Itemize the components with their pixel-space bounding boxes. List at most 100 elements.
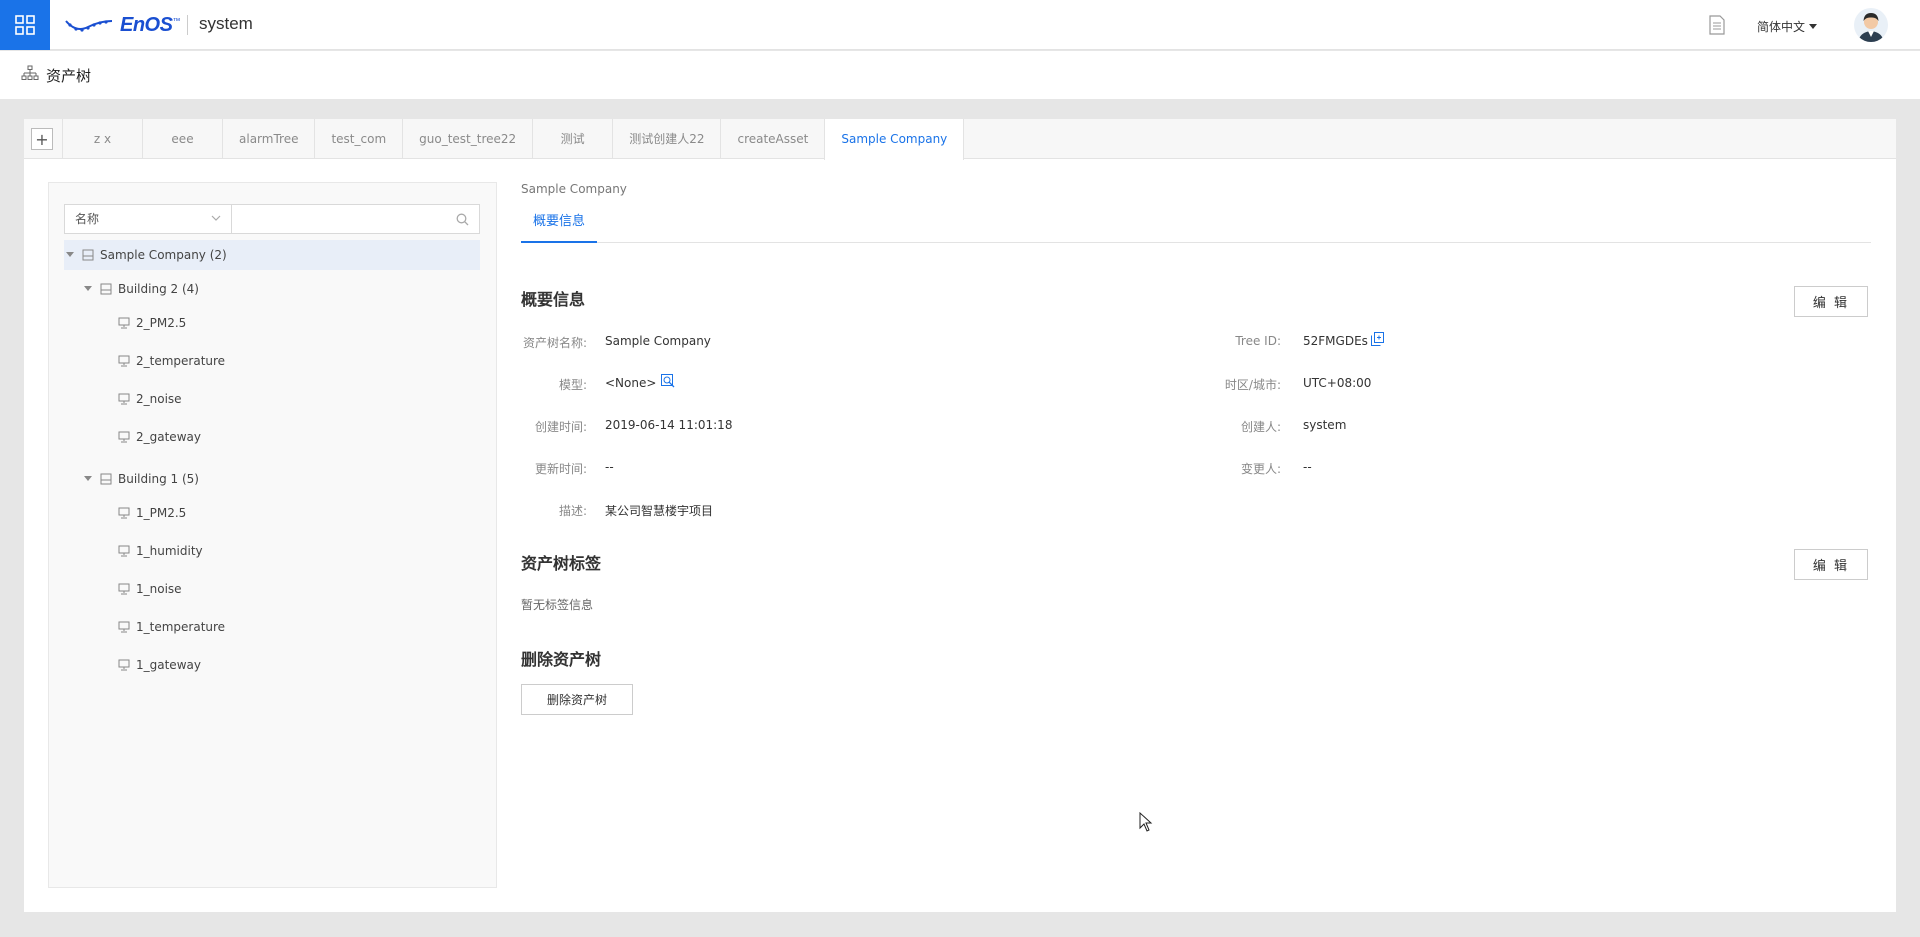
tags-edit-button[interactable]: 编 辑 xyxy=(1794,549,1868,580)
tree-node-building-2[interactable]: Building 2 (4) xyxy=(82,274,199,304)
tab-overview[interactable]: 概要信息 xyxy=(521,201,598,243)
tree-node-sample-company[interactable]: Sample Company (2) xyxy=(64,240,480,270)
tree-node-building-1[interactable]: Building 1 (5) xyxy=(82,464,199,494)
modifier-value: -- xyxy=(1303,460,1312,474)
model-search-icon[interactable] xyxy=(661,374,675,388)
tree-node-label: 1_noise xyxy=(136,582,182,596)
description-value: 某公司智慧楼宇项目 xyxy=(605,504,714,518)
model-label: 模型: xyxy=(558,378,587,392)
tree-node-label: 2_temperature xyxy=(136,354,226,368)
caret-down-icon xyxy=(1809,23,1818,29)
tree-tab-bar: + z x eee alarmTree test_com guo_test_tr… xyxy=(24,119,1896,160)
tree-node-label: 2_noise xyxy=(136,392,182,406)
chevron-down-icon xyxy=(211,215,221,221)
enos-logo-icon xyxy=(65,20,113,32)
top-header: EnOS™ system 简体中文 xyxy=(0,0,1920,50)
timezone-value: UTC+08:00 xyxy=(1303,376,1372,390)
tree-id-label: Tree ID: xyxy=(1235,334,1281,348)
tree-node-device[interactable]: 1_noise xyxy=(118,574,182,604)
delete-tree-button[interactable]: 删除资产树 xyxy=(521,684,633,715)
device-icon xyxy=(118,583,130,595)
tree-node-device[interactable]: 1_PM2.5 xyxy=(118,498,186,528)
tab-sample-company[interactable]: Sample Company xyxy=(824,119,965,160)
updated-time-value: -- xyxy=(605,460,614,474)
tree-node-label: 2_gateway xyxy=(136,430,201,444)
device-icon xyxy=(118,431,130,443)
tab-z-x[interactable]: z x xyxy=(62,119,142,159)
mouse-cursor-icon xyxy=(1139,812,1153,832)
app-name: system xyxy=(199,14,253,33)
tree-node-label: 1_temperature xyxy=(136,620,226,634)
device-icon xyxy=(118,317,130,329)
tree-node-label: Building 2 (4) xyxy=(118,282,199,296)
document-icon[interactable] xyxy=(1709,15,1725,38)
tree-node-device[interactable]: 2_PM2.5 xyxy=(118,308,186,338)
logo-text: EnOS xyxy=(120,13,173,36)
timezone-label: 时区/城市: xyxy=(1224,378,1281,392)
language-selector[interactable]: 简体中文 xyxy=(1757,18,1818,35)
creator-value: system xyxy=(1303,418,1347,432)
tree-node-device[interactable]: 2_gateway xyxy=(118,422,201,452)
creator-label: 创建人: xyxy=(1240,420,1281,434)
tree-node-label: Building 1 (5) xyxy=(118,472,199,486)
tree-node-label: 1_humidity xyxy=(136,544,203,558)
search-icon[interactable] xyxy=(456,213,469,226)
asset-tree-card: + z x eee alarmTree test_com guo_test_tr… xyxy=(24,119,1896,912)
tree-node-device[interactable]: 2_temperature xyxy=(118,346,225,376)
device-icon xyxy=(118,393,130,405)
device-icon xyxy=(118,621,130,633)
device-icon xyxy=(118,355,130,367)
delete-title: 删除资产树 xyxy=(521,650,602,669)
tree-node-device[interactable]: 1_gateway xyxy=(118,650,201,680)
overview-title: 概要信息 xyxy=(521,290,586,309)
tab-alarmtree[interactable]: alarmTree xyxy=(222,119,314,159)
logo-divider xyxy=(187,15,188,35)
search-field-select-value: 名称 xyxy=(75,212,100,226)
device-icon xyxy=(118,545,130,557)
device-icon xyxy=(118,659,130,671)
tree-node-label: 1_gateway xyxy=(136,658,201,672)
tab-ceshi-chuangjianren22[interactable]: 测试创建人22 xyxy=(612,119,720,159)
user-avatar[interactable] xyxy=(1854,8,1888,42)
tree-node-label: 1_PM2.5 xyxy=(136,506,187,520)
created-time-value: 2019-06-14 11:01:18 xyxy=(605,418,733,432)
caret-down-icon[interactable] xyxy=(82,286,94,292)
tree-node-device[interactable]: 2_noise xyxy=(118,384,182,414)
folder-icon xyxy=(82,249,94,261)
tree-node-label: 2_PM2.5 xyxy=(136,316,187,330)
page-title-bar: 资产树 xyxy=(0,51,1920,99)
updated-time-label: 更新时间: xyxy=(534,462,587,476)
tree-id-value: 52FMGDEs xyxy=(1303,334,1368,348)
caret-down-icon[interactable] xyxy=(64,252,76,258)
caret-down-icon[interactable] xyxy=(82,476,94,482)
tree-search: 名称 xyxy=(64,204,480,234)
tree-tabs: z x eee alarmTree test_com guo_test_tree… xyxy=(62,119,965,160)
add-tree-button[interactable]: + xyxy=(31,128,53,150)
tree-node-device[interactable]: 1_humidity xyxy=(118,536,203,566)
tab-guo-test-tree22[interactable]: guo_test_tree22 xyxy=(402,119,532,159)
overview-edit-button[interactable]: 编 辑 xyxy=(1794,286,1868,317)
tab-eee[interactable]: eee xyxy=(142,119,222,159)
tree-panel: 名称 Sample Company (2) Building 2 (4) 2_P… xyxy=(48,182,497,888)
app-grid-button[interactable] xyxy=(0,0,50,50)
tree-node-label: Sample Company (2) xyxy=(100,248,227,262)
tree-node-device[interactable]: 1_temperature xyxy=(118,612,225,642)
search-field-select[interactable]: 名称 xyxy=(65,205,232,233)
folder-icon xyxy=(100,473,112,485)
app-grid-icon xyxy=(15,15,35,35)
tree-name-value: Sample Company xyxy=(605,334,711,348)
tab-ceshi[interactable]: 测试 xyxy=(532,119,612,159)
enos-logo[interactable]: EnOS™ xyxy=(64,12,180,38)
page-title: 资产树 xyxy=(46,67,92,85)
tab-createasset[interactable]: createAsset xyxy=(720,119,824,159)
tree-search-input[interactable] xyxy=(232,205,479,233)
breadcrumb: Sample Company xyxy=(521,182,627,196)
tab-test-com[interactable]: test_com xyxy=(314,119,402,159)
copy-icon[interactable] xyxy=(1371,332,1384,346)
language-label: 简体中文 xyxy=(1757,20,1806,34)
modifier-label: 变更人: xyxy=(1240,462,1281,476)
user-avatar-icon xyxy=(1854,8,1888,42)
description-label: 描述: xyxy=(558,504,587,518)
tree-name-label: 资产树名称: xyxy=(522,336,587,350)
device-icon xyxy=(118,507,130,519)
